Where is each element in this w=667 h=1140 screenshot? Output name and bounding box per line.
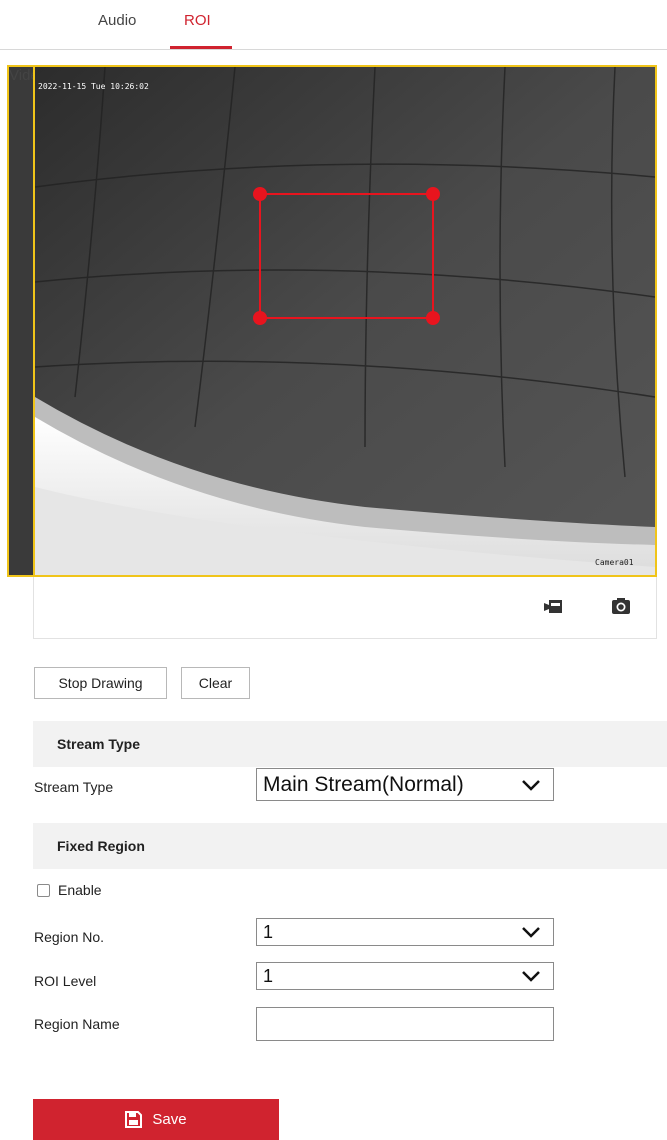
stream-type-value: Main Stream(Normal) bbox=[263, 772, 464, 796]
roi-handle[interactable] bbox=[426, 187, 440, 201]
stream-type-section-header: Stream Type bbox=[33, 721, 667, 767]
osd-camera-name: Camera01 bbox=[595, 558, 634, 567]
chevron-down-icon bbox=[522, 779, 540, 791]
roi-handle[interactable] bbox=[426, 311, 440, 325]
enable-label: Enable bbox=[58, 882, 102, 898]
clear-button[interactable]: Clear bbox=[181, 667, 250, 699]
region-no-label: Region No. bbox=[34, 929, 105, 945]
fixed-region-section-header: Fixed Region bbox=[33, 823, 667, 869]
tab-roi[interactable]: ROI bbox=[184, 12, 211, 29]
region-name-input[interactable] bbox=[256, 1007, 554, 1041]
save-button[interactable]: Save bbox=[33, 1099, 279, 1140]
region-no-value: 1 bbox=[263, 921, 274, 942]
chevron-down-icon bbox=[522, 927, 540, 938]
snapshot-icon[interactable] bbox=[610, 595, 632, 617]
video-frame: 2022-11-15 Tue 10:26:02 Camera01 bbox=[35, 67, 655, 575]
region-name-label: Region Name bbox=[34, 1016, 120, 1032]
save-label: Save bbox=[152, 1111, 187, 1128]
roi-handle[interactable] bbox=[253, 187, 267, 201]
stream-type-select[interactable]: Main Stream(Normal) bbox=[256, 768, 554, 801]
live-video[interactable]: 2022-11-15 Tue 10:26:02 Camera01 bbox=[33, 65, 657, 577]
roi-level-label: ROI Level bbox=[34, 973, 97, 989]
tab-audio[interactable]: Audio bbox=[98, 12, 136, 29]
roi-handle[interactable] bbox=[253, 311, 267, 325]
chevron-down-icon bbox=[522, 971, 540, 982]
stop-drawing-button[interactable]: Stop Drawing bbox=[34, 667, 167, 699]
video-toolbar bbox=[34, 579, 656, 638]
record-icon[interactable] bbox=[542, 595, 564, 617]
save-icon bbox=[125, 1111, 143, 1128]
roi-level-value: 1 bbox=[263, 965, 274, 986]
osd-timestamp: 2022-11-15 Tue 10:26:02 bbox=[38, 82, 149, 91]
tab-bar: Video Audio ROI bbox=[0, 0, 667, 577]
roi-level-select[interactable]: 1 bbox=[256, 962, 554, 990]
stream-type-label: Stream Type bbox=[34, 779, 114, 795]
region-no-select[interactable]: 1 bbox=[256, 918, 554, 946]
enable-checkbox[interactable] bbox=[37, 884, 50, 897]
active-tab-indicator bbox=[170, 46, 232, 49]
